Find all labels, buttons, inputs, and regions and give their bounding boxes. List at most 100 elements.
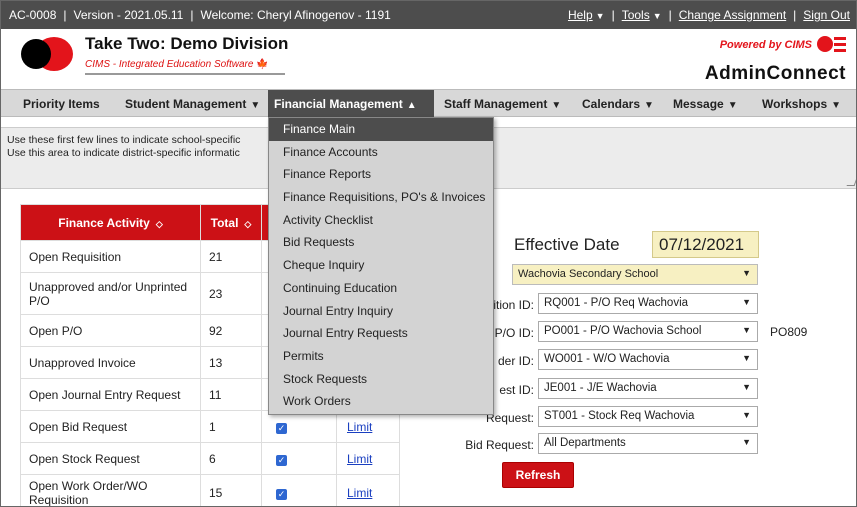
- journal-request-id-select[interactable]: JE001 - J/E Wachovia ▼: [538, 378, 758, 399]
- checkbox-checked[interactable]: ✓: [276, 422, 287, 434]
- chevron-down-icon: ▼: [644, 100, 654, 111]
- app-code: AC-0008: [9, 8, 57, 22]
- menu-item-continuing-education[interactable]: Continuing Education: [269, 277, 493, 300]
- tools-link[interactable]: Tools: [622, 8, 650, 22]
- menu-item-bid-requests[interactable]: Bid Requests: [269, 231, 493, 254]
- journal-request-id-label: est ID:: [499, 383, 534, 397]
- chevron-down-icon: ▼: [742, 325, 751, 335]
- activity-total: 11: [200, 378, 262, 411]
- activity-name: Open Requisition: [20, 240, 201, 273]
- menu-item-journal-entry-inquiry[interactable]: Journal Entry Inquiry: [269, 300, 493, 323]
- nav-calendars[interactable]: Calendars ▼: [576, 90, 660, 118]
- menu-item-permits[interactable]: Permits: [269, 345, 493, 368]
- chevron-down-icon: ▼: [742, 382, 751, 392]
- limit-link[interactable]: Limit: [347, 486, 372, 500]
- school-select[interactable]: Wachovia Secondary School ▼: [512, 264, 758, 285]
- chevron-down-icon: ▼: [742, 297, 751, 307]
- sort-icon: ◇: [244, 218, 252, 229]
- activity-total: 1: [200, 410, 262, 443]
- product-name: AdminConnect: [704, 63, 846, 84]
- chevron-down-icon: ▼: [250, 100, 261, 111]
- effective-date-input[interactable]: 07/12/2021: [652, 231, 759, 258]
- chevron-down-icon: ▼: [742, 437, 751, 447]
- requisition-id-label: ition ID:: [493, 298, 534, 312]
- chevron-down-icon: ▼: [595, 11, 605, 21]
- main-nav: Priority Items Student Management ▼ Finan…: [1, 89, 856, 118]
- nav-financial-management[interactable]: Financial Management ▲: [268, 90, 434, 118]
- activity-name: Open Stock Request: [20, 442, 201, 475]
- nav-workshops[interactable]: Workshops ▼: [756, 90, 847, 118]
- app-window: AC-0008 | Version - 2021.05.11 | Welcome: Ch…: [0, 0, 857, 507]
- activity-total: 23: [200, 272, 262, 315]
- limit-link[interactable]: Limit: [347, 452, 372, 466]
- requisition-id-select[interactable]: RQ001 - P/O Req Wachovia ▼: [538, 293, 758, 314]
- table-row: Open Work Order/WO Requisition 15 ✓ Limit: [20, 474, 400, 506]
- menu-item-work-orders[interactable]: Work Orders: [269, 390, 493, 413]
- header: Take Two: Demo Division CIMS - Integrate…: [1, 29, 856, 89]
- table-row: Open Stock Request 6 ✓ Limit: [20, 442, 400, 475]
- work-order-id-label: der ID:: [497, 354, 534, 368]
- financial-management-menu: Finance Main Finance Accounts Finance Re…: [268, 117, 494, 415]
- activity-name: Open Journal Entry Request: [20, 378, 201, 411]
- help-link[interactable]: Help: [568, 8, 593, 22]
- menu-item-cheque-inquiry[interactable]: Cheque Inquiry: [269, 254, 493, 277]
- activity-total: 15: [200, 474, 262, 506]
- activity-name: Open Work Order/WO Requisition: [20, 474, 201, 506]
- chevron-down-icon: ▼: [551, 100, 562, 111]
- table-row: Open Bid Request 1 ✓ Limit: [20, 410, 400, 443]
- top-bar-info: AC-0008 | Version - 2021.05.11 | Welcome: Ch…: [9, 8, 391, 22]
- chevron-down-icon: ▼: [831, 100, 842, 111]
- cims-logo-icon: [817, 36, 846, 52]
- activity-total: 6: [200, 442, 262, 475]
- menu-item-finance-accounts[interactable]: Finance Accounts: [269, 141, 493, 164]
- activity-total: 13: [200, 346, 262, 379]
- chevron-down-icon: ▼: [727, 100, 738, 111]
- column-header-activity[interactable]: Finance Activity ◇: [20, 204, 201, 241]
- menu-item-activity-checklist[interactable]: Activity Checklist: [269, 209, 493, 232]
- refresh-button[interactable]: Refresh: [502, 462, 574, 488]
- po-id-label: P/O ID:: [494, 326, 534, 340]
- activity-name: Unapproved and/or Unprinted P/O: [20, 272, 201, 315]
- powered-by-label: Powered by CIMS: [719, 39, 812, 51]
- work-order-id-select[interactable]: WO001 - W/O Wachovia ▼: [538, 349, 758, 370]
- canada-flag-icon: 🍁: [256, 59, 269, 70]
- activity-total: 21: [200, 240, 262, 273]
- po-id-select[interactable]: PO001 - P/O Wachovia School ▼: [538, 321, 758, 342]
- cims-tagline: CIMS - Integrated Education Software 🍁: [85, 59, 269, 70]
- top-bar: AC-0008 | Version - 2021.05.11 | Welcome: Ch…: [1, 1, 856, 29]
- version-label: Version - 2021.05.11: [73, 8, 184, 22]
- sign-out-link[interactable]: Sign Out: [803, 8, 850, 22]
- checkbox-checked[interactable]: ✓: [276, 454, 287, 466]
- activity-name: Open P/O: [20, 314, 201, 347]
- menu-item-finance-main[interactable]: Finance Main: [269, 118, 493, 141]
- checkbox-checked[interactable]: ✓: [276, 488, 287, 500]
- top-bar-links: Help ▼ | Tools ▼ | Change Assignment | Sign Out: [567, 8, 850, 22]
- menu-item-stock-requests[interactable]: Stock Requests: [269, 368, 493, 391]
- activity-name: Open Bid Request: [20, 410, 201, 443]
- bid-request-label: Bid Request:: [465, 438, 534, 452]
- logo-black-circle: [21, 39, 51, 69]
- activity-name: Unapproved Invoice: [20, 346, 201, 379]
- stock-request-select[interactable]: ST001 - Stock Req Wachovia ▼: [538, 406, 758, 427]
- activity-total: 92: [200, 314, 262, 347]
- column-header-total[interactable]: Total ◇: [200, 204, 262, 241]
- chevron-down-icon: ▼: [742, 268, 751, 278]
- change-assignment-link[interactable]: Change Assignment: [679, 8, 786, 22]
- po-reference: PO809: [770, 325, 808, 339]
- effective-date-label: Effective Date: [514, 235, 620, 254]
- sort-icon: ◇: [155, 218, 163, 229]
- limit-link[interactable]: Limit: [347, 420, 372, 434]
- chevron-down-icon: ▼: [742, 410, 751, 420]
- nav-staff-management[interactable]: Staff Management ▼: [438, 90, 567, 118]
- division-title: Take Two: Demo Division: [85, 34, 289, 53]
- menu-item-finance-requisitions[interactable]: Finance Requisitions, PO's & Invoices: [269, 186, 493, 209]
- nav-student-management[interactable]: Student Management ▼: [119, 90, 266, 118]
- nav-message[interactable]: Message ▼: [667, 90, 744, 118]
- header-divider: [85, 73, 285, 75]
- menu-item-journal-entry-requests[interactable]: Journal Entry Requests: [269, 322, 493, 345]
- welcome-label: Welcome: Cheryl Afinogenov - 1191: [200, 8, 391, 22]
- bid-request-select[interactable]: All Departments ▼: [538, 433, 758, 454]
- menu-item-finance-reports[interactable]: Finance Reports: [269, 163, 493, 186]
- resize-grip-icon[interactable]: [846, 178, 856, 186]
- nav-priority-items[interactable]: Priority Items: [17, 90, 106, 118]
